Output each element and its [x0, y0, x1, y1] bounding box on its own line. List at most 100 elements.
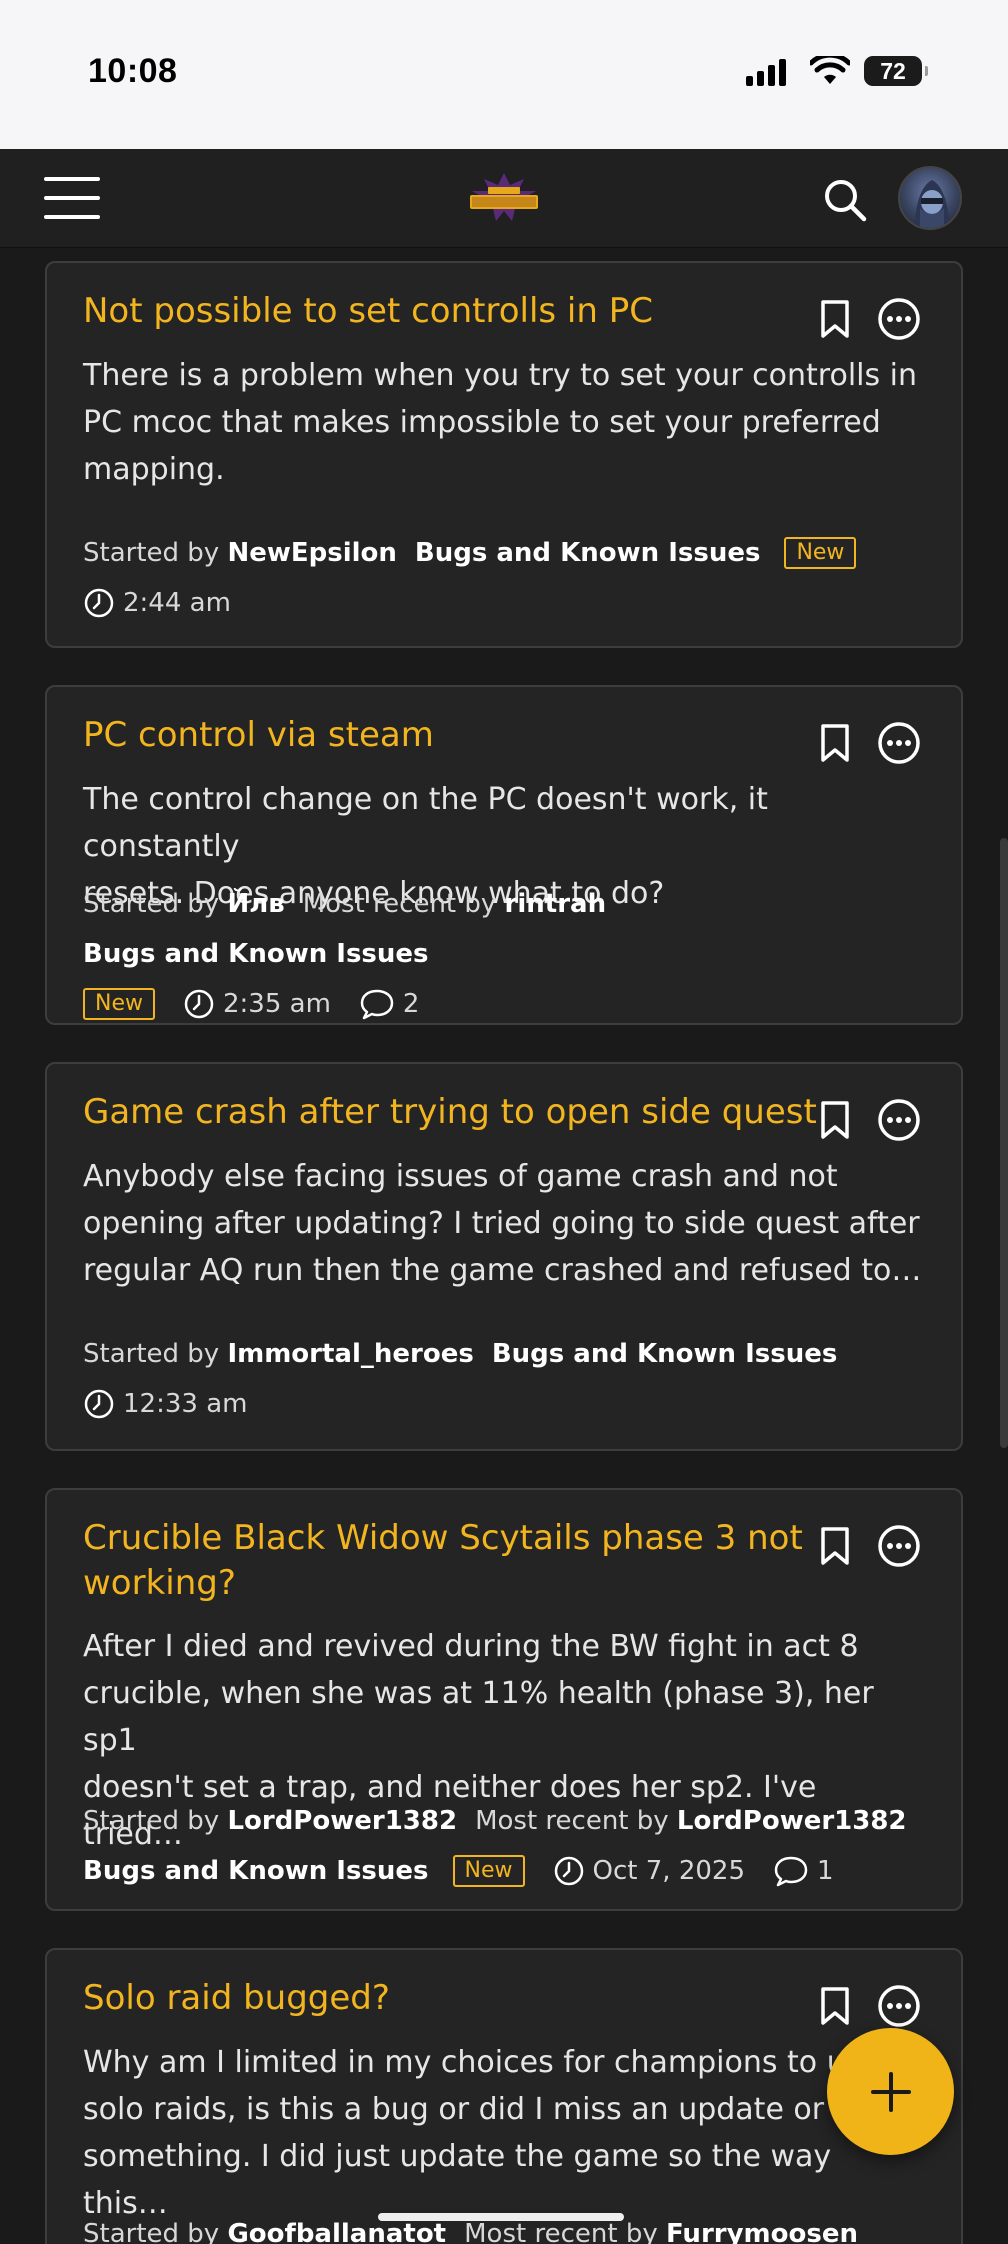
most-recent-label: Most recent by — [475, 1806, 669, 1836]
discussion-card[interactable]: Game crash after trying to open side que… — [45, 1062, 963, 1451]
comment-count: 1 — [773, 1846, 834, 1896]
avatar-image — [914, 180, 950, 228]
search-button[interactable] — [822, 177, 868, 223]
discussion-card[interactable]: Solo raid bugged? Why am I limited in my… — [45, 1948, 963, 2244]
category-link[interactable]: Bugs and Known Issues — [492, 1329, 838, 1379]
menu-icon-bar — [44, 177, 100, 181]
new-discussion-button[interactable] — [827, 2028, 954, 2155]
card-actions — [813, 1098, 921, 1142]
excerpt-line: crucible, when she was at 11% health (ph… — [83, 1676, 874, 1758]
more-options-button[interactable] — [877, 1524, 921, 1568]
author-link[interactable]: Йлв — [227, 879, 284, 929]
timestamp: 2:35 am — [183, 979, 331, 1029]
clock-icon — [84, 588, 114, 618]
author-link[interactable]: LordPower1382 — [227, 1796, 457, 1846]
bookmark-icon — [821, 1101, 849, 1139]
most-recent-author-link[interactable]: rintrah — [505, 879, 607, 929]
discussion-title[interactable]: PC control via steam — [83, 713, 823, 758]
discussion-title[interactable]: Game crash after trying to open side que… — [83, 1090, 823, 1135]
status-icons: 72 — [746, 56, 928, 86]
bookmark-icon — [821, 1527, 849, 1565]
title-line: working? — [83, 1563, 236, 1603]
comment-count-text: 2 — [402, 989, 420, 1019]
bookmark-icon — [821, 724, 849, 762]
time-text: 2:44 am — [123, 588, 231, 618]
meta-row: Started by LordPower1382 Most recent by … — [83, 1796, 923, 1846]
more-options-icon — [878, 1525, 920, 1567]
most-recent-author-link[interactable]: LordPower1382 — [677, 1796, 907, 1846]
card-actions — [813, 297, 921, 341]
most-recent-author-link[interactable]: Furrymoosen — [666, 2209, 858, 2244]
home-indicator[interactable] — [378, 2213, 624, 2221]
more-options-button[interactable] — [877, 1984, 921, 2028]
clock-icon — [184, 989, 214, 1019]
more-options-button[interactable] — [877, 721, 921, 765]
comment-count: 2 — [359, 979, 420, 1029]
user-avatar[interactable] — [898, 166, 962, 230]
cellular-signal-icon — [746, 59, 786, 86]
started-by-label: Started by — [83, 1806, 220, 1836]
battery-indicator: 72 — [864, 56, 928, 86]
discussion-excerpt: Why am I limited in my choices for champ… — [83, 2039, 923, 2227]
champions-logo[interactable] — [462, 171, 546, 227]
bookmark-button[interactable] — [813, 1524, 857, 1568]
meta-row: 2:44 am — [83, 578, 923, 628]
meta-row: Started by Immortal_heroes Bugs and Know… — [83, 1329, 923, 1379]
discussion-title[interactable]: Not possible to set controlls in PC — [83, 289, 823, 334]
timestamp: 12:33 am — [83, 1379, 247, 1429]
time-text: 12:33 am — [123, 1389, 248, 1419]
excerpt-line: The control change on the PC doesn't wor… — [83, 782, 768, 864]
bookmark-button[interactable] — [813, 1984, 857, 2028]
menu-icon-bar — [44, 215, 100, 219]
bookmark-button[interactable] — [813, 297, 857, 341]
discussion-meta: Started by NewEpsilon Bugs and Known Iss… — [83, 528, 923, 628]
category-link[interactable]: Bugs and Known Issues — [83, 1846, 429, 1896]
discussion-card[interactable]: Not possible to set controlls in PC Ther… — [45, 261, 963, 648]
new-badge: New — [452, 1855, 525, 1887]
bookmark-button[interactable] — [813, 1098, 857, 1142]
excerpt-line: opening after updating? I tried going to… — [83, 1206, 920, 1241]
excerpt-line: Anybody else facing issues of game crash… — [83, 1159, 838, 1194]
more-options-icon — [878, 1985, 920, 2027]
new-badge: New — [784, 537, 857, 569]
comment-count-text: 1 — [817, 1856, 834, 1886]
timestamp: Oct 7, 2025 — [553, 1846, 745, 1896]
category-link[interactable]: Bugs and Known Issues — [415, 528, 761, 578]
discussion-meta: Started by Йлв Most recent by rintrah Bu… — [83, 879, 923, 1029]
discussion-card[interactable]: Crucible Black Widow Scytails phase 3 no… — [45, 1488, 963, 1911]
excerpt-line: After I died and revived during the BW f… — [83, 1629, 859, 1664]
excerpt-line: PC mcoc that makes impossible to set you… — [83, 405, 881, 440]
time-text: 2:35 am — [223, 989, 331, 1019]
comment-icon — [360, 989, 394, 1020]
bookmark-button[interactable] — [813, 721, 857, 765]
status-time: 10:08 — [88, 52, 178, 90]
author-link[interactable]: Immortal_heroes — [227, 1329, 473, 1379]
category-link[interactable]: Bugs and Known Issues — [83, 929, 429, 979]
excerpt-line: regular AQ run then the game crashed and… — [83, 1253, 922, 1288]
bookmark-icon — [821, 300, 849, 338]
discussion-title[interactable]: Crucible Black Widow Scytails phase 3 no… — [83, 1516, 823, 1606]
most-recent-label: Most recent by — [302, 889, 497, 919]
battery-level: 72 — [880, 57, 906, 84]
meta-row: New 2:35 am 2 — [83, 979, 923, 1029]
clock-icon — [554, 1856, 583, 1886]
timestamp: 2:44 am — [83, 578, 231, 628]
excerpt-line: There is a problem when you try to set y… — [83, 358, 918, 393]
discussion-title[interactable]: Solo raid bugged? — [83, 1976, 823, 2021]
bookmark-icon — [821, 1987, 849, 2025]
meta-row: Started by NewEpsilon Bugs and Known Iss… — [83, 528, 923, 578]
more-options-button[interactable] — [877, 297, 921, 341]
discussion-card[interactable]: PC control via steam The control change … — [45, 685, 963, 1025]
title-line: Crucible Black Widow Scytails phase 3 no… — [83, 1518, 803, 1558]
started-by-label: Started by — [83, 2219, 220, 2244]
excerpt-line: mapping. — [83, 452, 225, 487]
discussion-excerpt: There is a problem when you try to set y… — [83, 352, 923, 493]
time-text: Oct 7, 2025 — [592, 1856, 745, 1886]
menu-icon-bar — [44, 196, 100, 200]
discussion-meta: Started by Immortal_heroes Bugs and Know… — [83, 1329, 923, 1429]
menu-button[interactable] — [44, 177, 100, 221]
new-badge: New — [83, 988, 155, 1020]
more-options-button[interactable] — [877, 1098, 921, 1142]
scrollbar-thumb[interactable] — [1000, 838, 1008, 1448]
author-link[interactable]: NewEpsilon — [227, 528, 396, 578]
